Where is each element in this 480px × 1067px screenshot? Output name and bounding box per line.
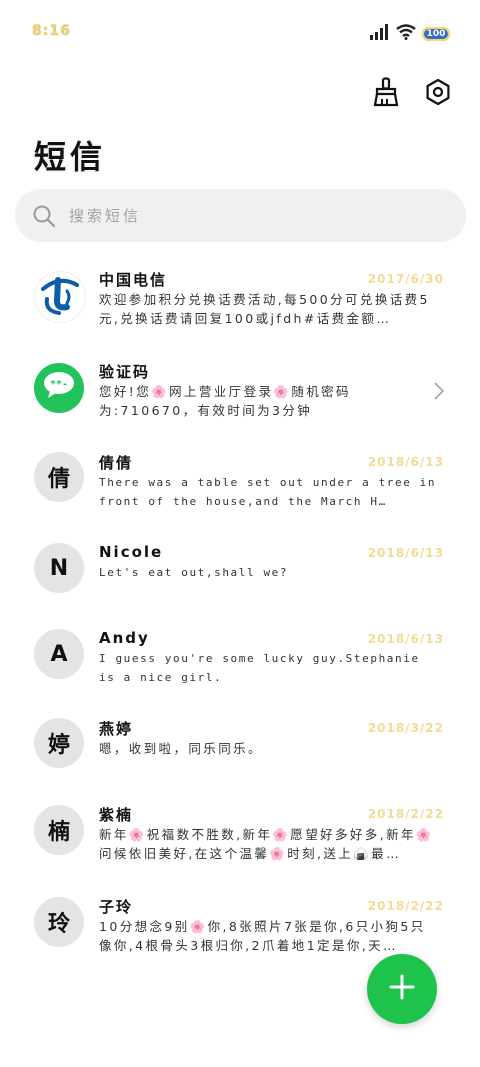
sender-name: 倩倩 — [99, 454, 134, 472]
message-preview: 10分想念9别🌸你,8张照片7张是你,6只小狗5只像你,4根骨头3根归你,2爪着… — [99, 919, 426, 953]
sender-name: 验证码 — [99, 363, 151, 381]
message-item-qianqian[interactable]: 倩 倩倩 2018/6/13 There was a table set out… — [0, 452, 480, 532]
chevron-right-icon — [432, 382, 446, 400]
status-time: 8:16 — [32, 23, 71, 39]
message-preview: 新年🌸祝福数不胜数,新年🌸愿望好多好多,新年🌸问候依旧美好,在这个温馨🌸时刻,送… — [99, 827, 434, 861]
sender-name: 燕婷 — [99, 720, 134, 738]
message-date: 2018/2/22 — [367, 899, 444, 913]
avatar: 倩 — [34, 452, 84, 502]
clean-button[interactable] — [370, 77, 402, 111]
message-item-zinan[interactable]: 楠 紫楠 2018/2/22 新年🌸祝福数不胜数,新年🌸愿望好多好多,新年🌸问候… — [0, 804, 480, 884]
search-bar[interactable] — [15, 189, 466, 242]
message-date: 2018/2/22 — [367, 807, 444, 821]
message-preview: There was a table set out under a tree i… — [99, 476, 437, 508]
message-date: 2018/6/13 — [367, 546, 444, 560]
sender-name: Nicole — [99, 543, 164, 561]
plus-icon — [389, 974, 415, 1004]
top-actions — [370, 77, 454, 111]
china-telecom-logo-icon — [37, 272, 83, 322]
message-item-china-telecom[interactable]: 中国电信 2017/6/30 欢迎参加积分兑换话费活动,每500分可兑换话费5元… — [0, 268, 480, 348]
message-preview: Let's eat out,shall we? — [99, 566, 289, 579]
avatar: A — [34, 629, 84, 679]
message-preview: 嗯，收到啦，同乐同乐。 — [99, 741, 263, 756]
sender-name: 紫楠 — [99, 806, 134, 824]
svg-text:**-: **- — [50, 379, 68, 390]
settings-button[interactable] — [422, 78, 454, 110]
wifi-icon — [396, 24, 416, 44]
avatar — [34, 271, 86, 323]
message-item-yanting[interactable]: 婷 燕婷 2018/3/22 嗯，收到啦，同乐同乐。 — [0, 718, 480, 798]
message-date: 2017/6/30 — [367, 272, 444, 286]
status-icons: 100 — [370, 24, 450, 44]
message-date: 2018/3/22 — [367, 721, 444, 735]
message-item-andy[interactable]: A Andy 2018/6/13 I guess you're some luc… — [0, 629, 480, 709]
avatar: 玲 — [34, 897, 84, 947]
avatar: 婷 — [34, 718, 84, 768]
sender-name: 子玲 — [99, 898, 134, 916]
page-title: 短信 — [34, 138, 107, 176]
avatar: N — [34, 543, 84, 593]
broom-icon — [372, 77, 400, 111]
avatar: **- — [34, 363, 84, 413]
gear-icon — [424, 78, 452, 110]
message-date: 2018/6/13 — [367, 455, 444, 469]
chat-bubble-icon: **- — [42, 370, 76, 406]
status-bar: 8:16 100 — [0, 0, 480, 66]
battery-icon: 100 — [422, 27, 450, 41]
message-preview: 欢迎参加积分兑换话费活动,每500分可兑换话费5元,兑换话费请回复100或jfd… — [99, 292, 430, 326]
message-item-verification-code[interactable]: **- 验证码 您好!您🌸网上营业厅登录🌸随机密码为:710670，有效时间为3… — [0, 360, 480, 440]
avatar: 楠 — [34, 805, 84, 855]
signal-icon — [370, 24, 390, 44]
sender-name: 中国电信 — [99, 271, 168, 289]
search-icon — [31, 203, 57, 229]
sender-name: Andy — [99, 629, 150, 647]
message-preview: 您好!您🌸网上营业厅登录🌸随机密码为:710670，有效时间为3分钟 — [99, 384, 351, 418]
message-date: 2018/6/13 — [367, 632, 444, 646]
search-input[interactable] — [67, 205, 431, 226]
message-preview: I guess you're some lucky guy.Stephanie … — [99, 652, 420, 684]
new-message-button[interactable] — [367, 954, 437, 1024]
message-item-nicole[interactable]: N Nicole 2018/6/13 Let's eat out,shall w… — [0, 543, 480, 623]
